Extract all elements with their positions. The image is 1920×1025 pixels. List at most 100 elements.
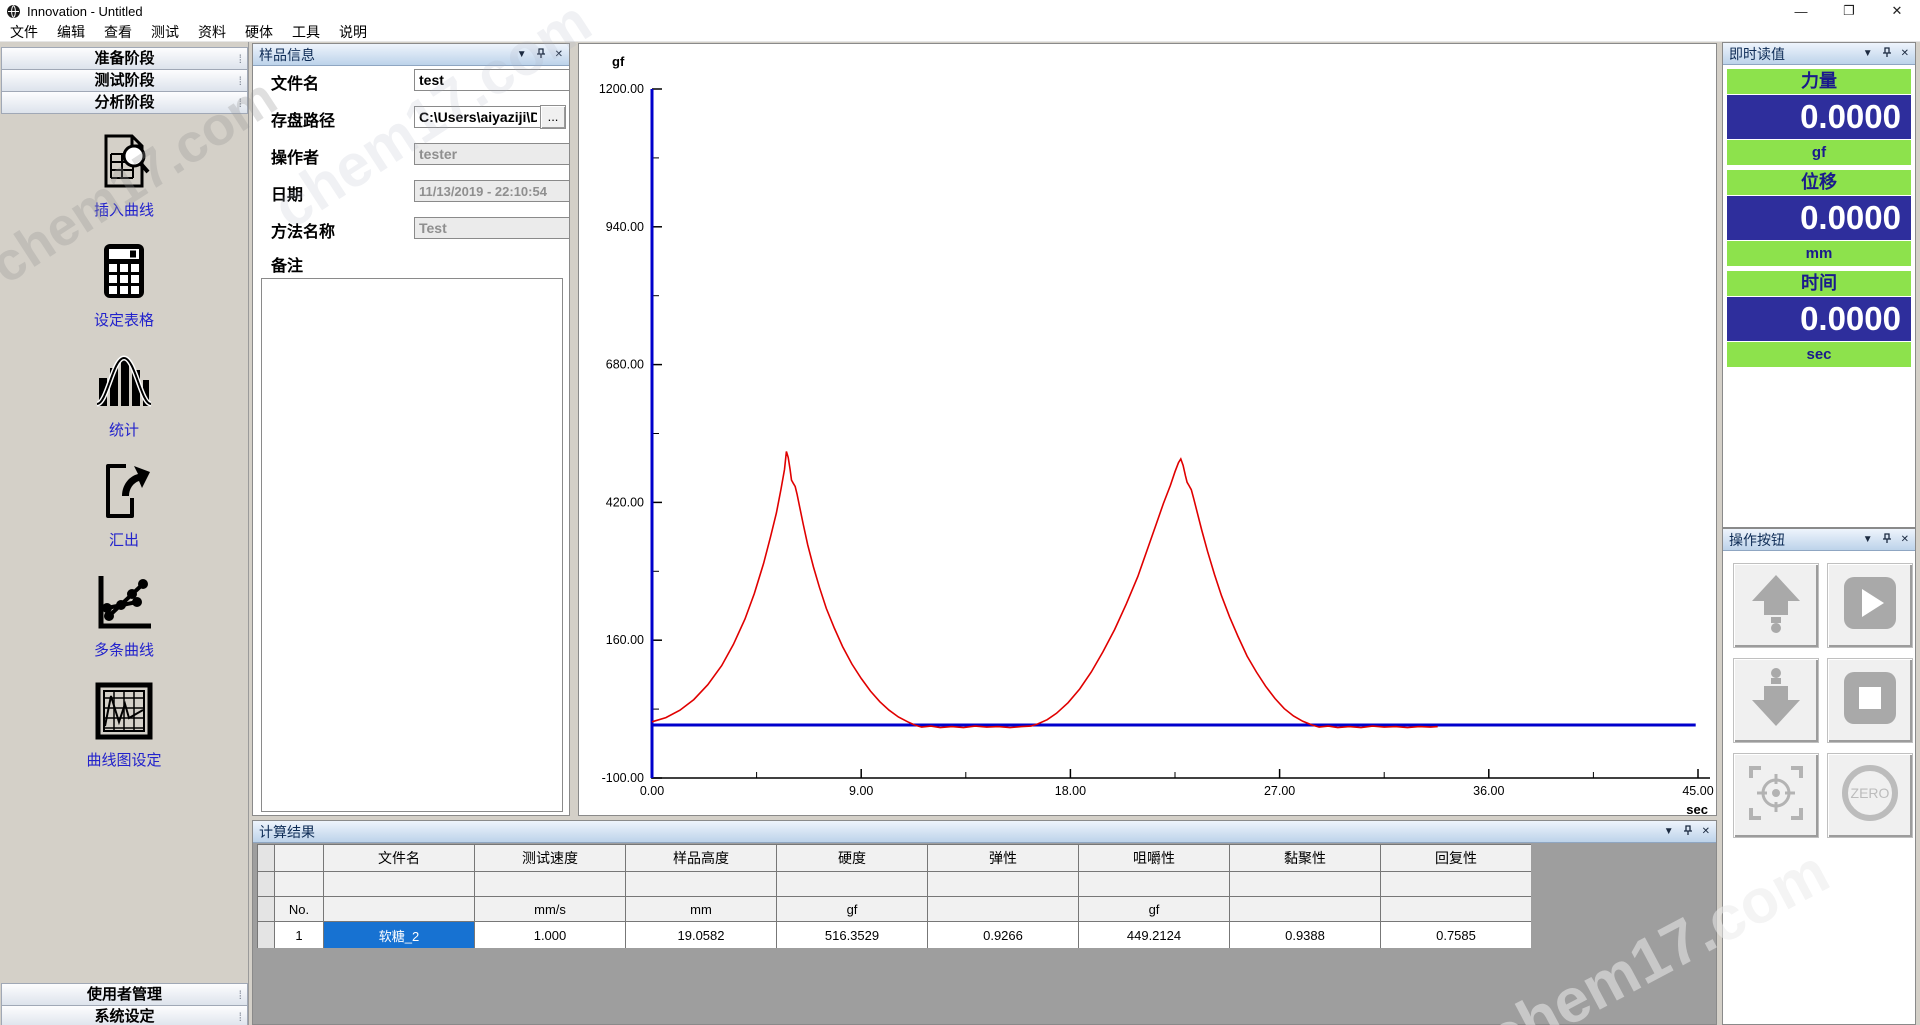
unit-test-speed: mm/s (475, 897, 625, 921)
filename-input[interactable] (414, 69, 570, 91)
menu-file[interactable]: 文件 (10, 22, 38, 42)
cell-test-speed[interactable]: 1.000 (475, 922, 625, 948)
cell-resilience[interactable]: 0.7585 (1381, 922, 1531, 948)
menu-edit[interactable]: 编辑 (57, 22, 85, 42)
readout-panel: 即时读值 ▼ ✕ 力量 0.0000 gf 位移 0.0000 mm 时间 0.… (1722, 42, 1916, 528)
tool-chart-settings[interactable]: 曲线图设定 (0, 682, 248, 770)
filename-label: 文件名 (271, 70, 319, 94)
pin-icon[interactable] (1882, 47, 1892, 61)
svg-text:680.00: 680.00 (606, 358, 644, 372)
panel-title: 样品信息 (259, 45, 315, 65)
stage-tab-prepare[interactable]: 准备阶段⁞ (1, 47, 248, 70)
displacement-value: 0.0000 (1727, 196, 1911, 240)
menu-data[interactable]: 资料 (198, 22, 226, 42)
zero-icon: ZERO (1840, 763, 1900, 828)
zero-label: ZERO (1851, 785, 1890, 801)
row-selector[interactable] (258, 922, 274, 948)
remarks-textarea[interactable] (261, 278, 563, 812)
tool-set-table[interactable]: 设定表格 (0, 242, 248, 330)
cell-chewiness[interactable]: 449.2124 (1079, 922, 1229, 948)
browse-button[interactable]: ... (540, 105, 566, 129)
force-time-chart: 0.009.0018.0027.0036.0045.001200.00940.0… (579, 44, 1716, 815)
arrow-down-icon (1748, 668, 1804, 733)
cell-hardness[interactable]: 516.3529 (777, 922, 927, 948)
operator-label: 操作者 (271, 144, 319, 168)
minimize-button[interactable]: — (1794, 4, 1808, 19)
target-icon (1747, 764, 1805, 827)
close-panel-icon[interactable]: ✕ (1901, 535, 1909, 545)
col-springiness[interactable]: 弹性 (928, 845, 1078, 871)
panel-menu-icon[interactable]: ▼ (517, 50, 527, 60)
unit-hardness: gf (777, 897, 927, 921)
insert-curve-icon (96, 177, 152, 194)
time-unit: sec (1727, 342, 1911, 367)
panel-menu-icon[interactable]: ▼ (1863, 49, 1873, 59)
save-path-label: 存盘路径 (271, 107, 335, 131)
col-test-speed[interactable]: 测试速度 (475, 845, 625, 871)
close-panel-icon[interactable]: ✕ (555, 50, 563, 60)
col-cohesiveness[interactable]: 黏聚性 (1230, 845, 1380, 871)
cell-filename[interactable]: 软糖_2 (324, 922, 474, 948)
cell-springiness[interactable]: 0.9266 (928, 922, 1078, 948)
save-path-input[interactable] (414, 106, 542, 128)
col-resilience[interactable]: 回复性 (1381, 845, 1531, 871)
pin-icon[interactable] (1882, 533, 1892, 547)
tool-export[interactable]: 汇出 (0, 462, 248, 550)
unit-chewiness: gf (1079, 897, 1229, 921)
force-unit: gf (1727, 140, 1911, 165)
panel-title: 即时读值 (1729, 44, 1785, 64)
svg-text:45.00: 45.00 (1682, 784, 1713, 798)
zero-button[interactable]: ZERO (1827, 753, 1913, 838)
jog-down-button[interactable] (1733, 658, 1819, 743)
close-button[interactable]: ✕ (1890, 3, 1904, 19)
col-hardness[interactable]: 硬度 (777, 845, 927, 871)
stage-tab-user-management[interactable]: 使用者管理⁞ (1, 983, 248, 1006)
displacement-readout: 位移 0.0000 mm (1723, 170, 1915, 266)
time-label: 时间 (1727, 271, 1911, 296)
tool-insert-curve[interactable]: 插入曲线 (0, 132, 248, 220)
menu-hardware[interactable]: 硬体 (245, 22, 273, 42)
date-input (414, 180, 570, 202)
pin-icon[interactable] (536, 48, 546, 62)
no-header: No. (275, 897, 323, 921)
tool-multi-curve[interactable]: 多条曲线 (0, 572, 248, 660)
pin-icon[interactable] (1683, 825, 1693, 839)
panel-title: 操作按钮 (1729, 530, 1785, 550)
menu-tools[interactable]: 工具 (292, 22, 320, 42)
col-chewiness[interactable]: 咀嚼性 (1079, 845, 1229, 871)
panel-title: 计算结果 (259, 822, 315, 842)
jog-up-button[interactable] (1733, 563, 1819, 648)
window-title: Innovation - Untitled (27, 4, 143, 19)
svg-text:9.00: 9.00 (849, 784, 873, 798)
menu-view[interactable]: 查看 (104, 22, 132, 42)
menu-help[interactable]: 说明 (339, 22, 367, 42)
panel-menu-icon[interactable]: ▼ (1863, 535, 1873, 545)
displacement-unit: mm (1727, 241, 1911, 266)
run-button[interactable] (1827, 563, 1913, 648)
stage-tab-system-settings[interactable]: 系统设定⁞ (1, 1005, 248, 1025)
results-panel: 计算结果 ▼ ✕ 文件名 测试速度 样品高度 硬度 弹性 咀嚼性 黏聚性 回复性 (252, 820, 1717, 1025)
cell-cohesiveness[interactable]: 0.9388 (1230, 922, 1380, 948)
tool-statistics[interactable]: 统计 (0, 352, 248, 440)
operator-input (414, 143, 570, 165)
chart-settings-icon (95, 727, 153, 744)
menu-test[interactable]: 测试 (151, 22, 179, 42)
close-panel-icon[interactable]: ✕ (1702, 827, 1710, 837)
svg-text:36.00: 36.00 (1473, 784, 1504, 798)
row-number: 1 (275, 922, 323, 948)
cell-sample-height[interactable]: 19.0582 (626, 922, 776, 948)
stop-button[interactable] (1827, 658, 1913, 743)
displacement-label: 位移 (1727, 170, 1911, 195)
force-value: 0.0000 (1727, 95, 1911, 139)
panel-menu-icon[interactable]: ▼ (1664, 827, 1674, 837)
stage-tab-analysis[interactable]: 分析阶段⁞ (1, 91, 248, 114)
close-panel-icon[interactable]: ✕ (1901, 49, 1909, 59)
target-button[interactable] (1733, 753, 1819, 838)
col-sample-height[interactable]: 样品高度 (626, 845, 776, 871)
restore-button[interactable]: ❐ (1842, 3, 1856, 19)
svg-text:160.00: 160.00 (606, 633, 644, 647)
export-icon (96, 507, 152, 524)
col-filename[interactable]: 文件名 (324, 845, 474, 871)
stage-tab-test[interactable]: 测试阶段⁞ (1, 69, 248, 92)
svg-text:0.00: 0.00 (640, 784, 664, 798)
